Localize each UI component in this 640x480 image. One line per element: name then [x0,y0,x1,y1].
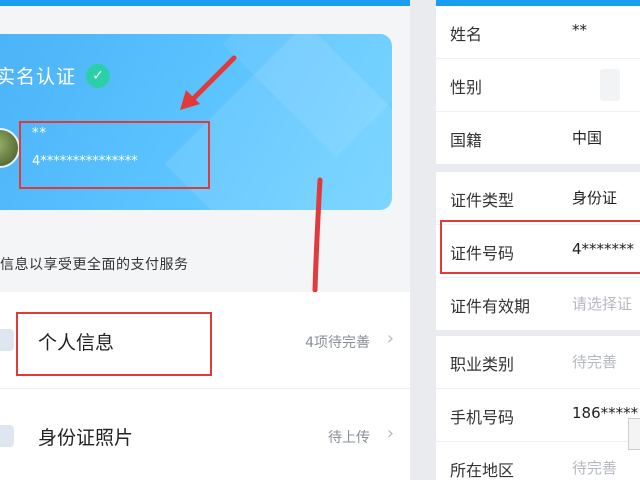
promo-text: 信息以享受更全面的支付服务 [0,257,189,273]
field-phone[interactable]: 手机号码 186***** [436,388,640,441]
annotation-line [312,177,323,293]
header-strip [0,0,410,6]
annotation-arrow-icon [180,55,237,110]
field-value: ** [572,21,587,39]
field-label: 证件类型 [450,191,515,210]
field-label: 职业类别 [450,355,515,374]
chevron-right-icon: › [386,328,394,349]
list-item-status: 待上传 [328,430,370,446]
avatar [0,128,20,168]
card-title: 实名认证 [0,66,77,88]
field-label: 手机号码 [450,408,515,427]
field-value: 身份证 [572,189,618,207]
field-label: 姓名 [450,25,483,44]
field-placeholder: 请选择证 [572,295,633,313]
redacted-value [600,69,620,101]
field-gender[interactable]: 性别 [436,58,640,111]
field-label: 所在地区 [450,461,515,480]
field-value: 中国 [572,129,603,147]
field-label: 性别 [450,78,483,97]
field-placeholder: 待完善 [572,353,618,371]
floating-widget[interactable] [628,418,640,450]
field-label: 国籍 [450,131,483,150]
list-item-label: 身份证照片 [38,427,134,449]
basic-info-group: 姓名 ** 性别 国籍 中国 [436,6,640,164]
field-occupation[interactable]: 职业类别 待完善 [436,336,640,388]
field-name[interactable]: 姓名 ** [436,6,640,58]
highlight-box [16,312,212,376]
list-item-status: 4项待完善 [305,335,370,351]
field-nationality[interactable]: 国籍 中国 [436,111,640,164]
field-id-type[interactable]: 证件类型 身份证 [436,172,640,224]
chevron-right-icon: › [386,423,394,444]
list-item-id-photo[interactable]: 身份证照片 待上传 › [0,388,410,480]
id-card-icon [0,425,14,447]
field-placeholder: 待完善 [572,459,618,477]
field-id-validity[interactable]: 证件有效期 请选择证 [436,277,640,330]
left-screen: 实名认证 ✓ ** 4*************** 信息以享受更全面的支付服务… [0,0,410,480]
highlight-box [440,220,640,274]
verified-check-icon: ✓ [86,64,110,88]
highlight-box [19,121,210,189]
field-label: 证件有效期 [450,297,531,316]
extra-info-group: 职业类别 待完善 手机号码 186***** 所在地区 待完善 [436,336,640,480]
user-icon [0,329,14,351]
field-region[interactable]: 所在地区 待完善 [436,441,640,480]
